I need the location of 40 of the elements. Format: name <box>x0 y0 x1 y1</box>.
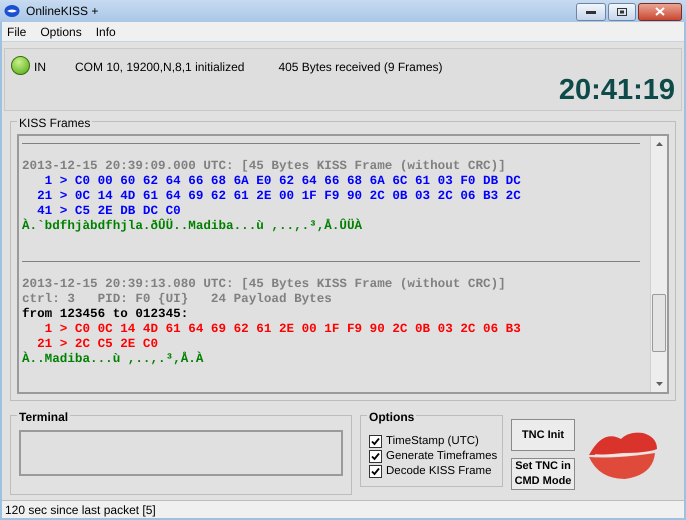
led-label: IN <box>34 59 46 76</box>
clock: 20:41:19 <box>558 76 675 105</box>
hex-dump-line: 21 > 0C 14 4D 61 64 69 62 61 2E 00 1F F9 90 2C 0B 03 2C 06 B3 2C <box>36 189 521 204</box>
checkbox[interactable] <box>369 464 382 478</box>
option-label[interactable]: Decode KISS Frame <box>386 464 492 478</box>
menu-item[interactable]: Options <box>40 22 82 40</box>
option-label[interactable]: TimeStamp (UTC) <box>386 434 479 448</box>
hex-dump-line: 41 > C5 2E DB DC C0 <box>36 204 181 218</box>
menu-item[interactable]: File <box>7 22 26 40</box>
frame-header-line: ctrl: 3 PID: F0 {UI} 24 Payload Bytes <box>22 292 332 307</box>
hex-dump-line: 1 > C0 00 60 62 64 66 68 6A E0 62 64 66 68 6A 6C 61 03 F0 DB DC <box>44 174 521 189</box>
menu-item[interactable]: Info <box>96 22 116 40</box>
maximize-button[interactable] <box>608 2 636 20</box>
checkbox[interactable] <box>369 434 382 448</box>
close-button[interactable] <box>638 2 682 20</box>
frame-header-line: 2013-12-15 20:39:09.000 UTC: [45 Bytes KISS Frame (without CRC)] <box>22 159 506 174</box>
ascii-line: À.`bdfhjàbdfhjla.ðÛÜ..Madiba...ù ,..,.³,Å.ÛÜÀ <box>22 219 362 234</box>
window-title: OnlineKISS + <box>26 3 98 20</box>
tnc-button[interactable]: TNC Init <box>511 419 575 451</box>
checkbox[interactable] <box>369 450 382 462</box>
hex-dump-line: 1 > C0 0C 14 4D 61 64 69 62 61 2E 00 1F F9 90 2C 0B 03 2C 06 B3 <box>44 322 521 337</box>
minimize-icon <box>586 10 596 14</box>
option-label[interactable]: Generate Timeframes <box>386 449 498 463</box>
scroll-up-icon <box>656 142 663 146</box>
maximize-icon <box>617 8 627 16</box>
scroll-thumb[interactable] <box>652 294 666 352</box>
minimize-button[interactable] <box>576 2 606 20</box>
app-icon <box>4 4 20 18</box>
bytes-received: 405 Bytes received (9 Frames) <box>278 59 442 76</box>
scroll-down-icon <box>656 382 663 386</box>
status-text: 120 sec since last packet [5] <box>5 502 156 518</box>
route-line: from 123456 to 012345: <box>22 307 188 322</box>
scrollbar[interactable] <box>650 136 667 392</box>
ascii-line: À..Madiba...ù ,..,.³,Å.À <box>22 352 204 367</box>
frame-header-line: 2013-12-15 20:39:13.080 UTC: [45 Bytes KISS Frame (without CRC)] <box>22 277 506 292</box>
port-status: COM 10, 19200,N,8,1 initialized <box>75 59 244 76</box>
close-icon <box>655 7 665 16</box>
terminal-field[interactable] <box>19 430 343 476</box>
hex-dump-line: 21 > 2C C5 2E C0 <box>36 337 158 352</box>
tnc-button[interactable]: Set TNC in CMD Mode <box>511 458 575 490</box>
